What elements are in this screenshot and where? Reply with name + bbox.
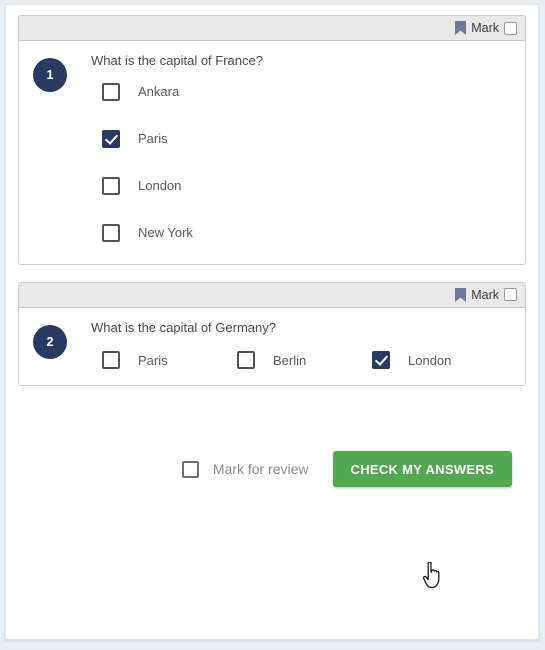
question-header-2: Mark	[19, 282, 525, 308]
option-label: London	[138, 178, 182, 194]
option-label: Berlin	[273, 352, 307, 368]
option-label: London	[408, 352, 452, 368]
bookmark-icon	[455, 21, 467, 35]
mark-for-review-control-1[interactable]: Mark	[455, 21, 517, 35]
option-row[interactable]: Ankara	[102, 82, 511, 101]
question-card-1: Mark 1 What is the capital of France? An…	[18, 15, 526, 265]
option-row[interactable]: Paris	[102, 351, 237, 370]
quiz-question-list: Mark 1 What is the capital of France? An…	[6, 5, 538, 488]
question-content-2: What is the capital of Germany? Paris Be…	[67, 320, 511, 370]
question-header-1: Mark	[19, 16, 525, 41]
bookmark-icon	[455, 287, 467, 302]
option-row[interactable]: London	[372, 351, 507, 370]
option-checkbox[interactable]	[102, 176, 120, 195]
mark-for-review-label: Mark for review	[212, 461, 309, 478]
option-checkbox[interactable]	[102, 129, 120, 148]
option-row[interactable]: London	[102, 176, 511, 195]
question-body-2: 2 What is the capital of Germany? Paris …	[19, 308, 525, 386]
mark-for-review-checkbox[interactable]	[181, 460, 199, 478]
option-label: New York	[138, 225, 193, 241]
option-list-1: Ankara Paris London New York	[91, 82, 511, 242]
question-content-1: What is the capital of France? Ankara Pa…	[67, 53, 511, 248]
question-number-badge-2: 2	[33, 324, 67, 359]
option-label: Paris	[138, 352, 168, 368]
mark-checkbox-2[interactable]	[504, 288, 517, 302]
quiz-footer: Mark for review CHECK MY ANSWERS	[18, 403, 526, 488]
quiz-page-card: Mark 1 What is the capital of France? An…	[5, 4, 539, 640]
question-card-2: Mark 2 What is the capital of Germany? P…	[18, 281, 526, 387]
question-text-2: What is the capital of Germany?	[91, 319, 276, 335]
option-checkbox[interactable]	[102, 351, 120, 370]
option-label: Paris	[138, 131, 168, 147]
check-my-answers-button[interactable]: CHECK MY ANSWERS	[332, 451, 512, 488]
option-row[interactable]: Berlin	[237, 351, 372, 370]
option-checkbox[interactable]	[102, 223, 120, 242]
question-number-badge-1: 1	[33, 58, 67, 92]
mark-for-review-control-2[interactable]: Mark	[455, 287, 517, 302]
question-body-1: 1 What is the capital of France? Ankara …	[19, 41, 525, 264]
question-text-1: What is the capital of France?	[91, 53, 263, 68]
mark-checkbox-1[interactable]	[504, 21, 517, 35]
option-row[interactable]: Paris	[102, 129, 511, 148]
option-checkbox[interactable]	[237, 351, 255, 370]
option-checkbox[interactable]	[372, 351, 390, 370]
option-checkbox[interactable]	[102, 82, 120, 101]
option-list-2: Paris Berlin London	[91, 351, 511, 370]
option-label: Ankara	[138, 84, 180, 100]
mark-label-1: Mark	[471, 21, 499, 35]
mark-label-2: Mark	[471, 287, 499, 302]
option-row[interactable]: New York	[102, 223, 511, 242]
mark-for-review-footer[interactable]: Mark for review	[181, 460, 309, 478]
